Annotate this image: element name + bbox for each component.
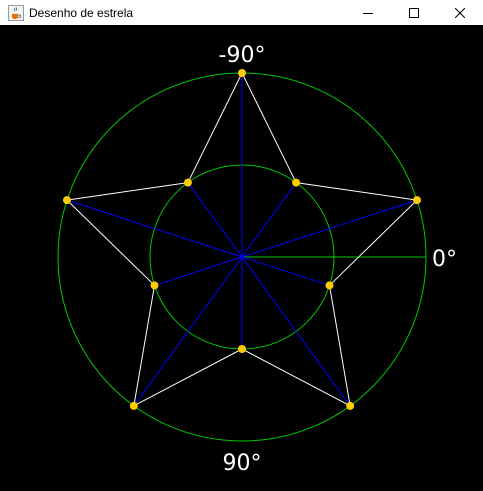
angle-label-right: 0° — [432, 247, 457, 272]
inner-vertex-point — [183, 178, 192, 187]
spoke-line — [66, 199, 330, 286]
angle-label-top: -90° — [219, 43, 266, 68]
java-cup-icon — [8, 4, 24, 21]
maximize-button[interactable] — [391, 0, 437, 25]
minimize-icon — [363, 12, 373, 14]
star-edge — [66, 199, 155, 286]
star-drawing: -90° 0° 90° — [57, 43, 457, 476]
star-edge — [241, 348, 351, 407]
outer-vertex-point — [346, 401, 355, 410]
outer-vertex-point — [129, 401, 138, 410]
star-edge — [66, 182, 188, 201]
app-window: Desenho de estrela -90° 0° 90° — [0, 0, 483, 491]
star-edge — [241, 72, 297, 183]
inner-vertex-point — [238, 345, 246, 353]
drawing-canvas: -90° 0° 90° — [0, 25, 483, 491]
minimize-button[interactable] — [345, 0, 391, 25]
star-edge — [133, 285, 155, 406]
inner-vertex-point — [292, 178, 301, 187]
angle-label-bottom: 90° — [223, 451, 262, 476]
star-edge — [329, 199, 418, 286]
spoke-line — [154, 199, 418, 286]
title-bar[interactable]: Desenho de estrela — [0, 0, 483, 25]
close-button[interactable] — [437, 0, 483, 25]
star-edge — [133, 348, 243, 407]
window-title: Desenho de estrela — [29, 5, 134, 20]
inner-vertex-point — [150, 281, 159, 290]
inner-vertex-point — [325, 281, 334, 290]
star-edge — [296, 182, 418, 201]
outer-vertex-point — [238, 69, 246, 77]
star-edge — [329, 285, 351, 406]
window-controls — [345, 0, 483, 25]
close-icon — [455, 7, 465, 18]
outer-vertex-point — [63, 196, 72, 205]
maximize-icon — [409, 7, 419, 18]
star-edge — [187, 72, 243, 183]
outer-vertex-point — [412, 196, 421, 205]
